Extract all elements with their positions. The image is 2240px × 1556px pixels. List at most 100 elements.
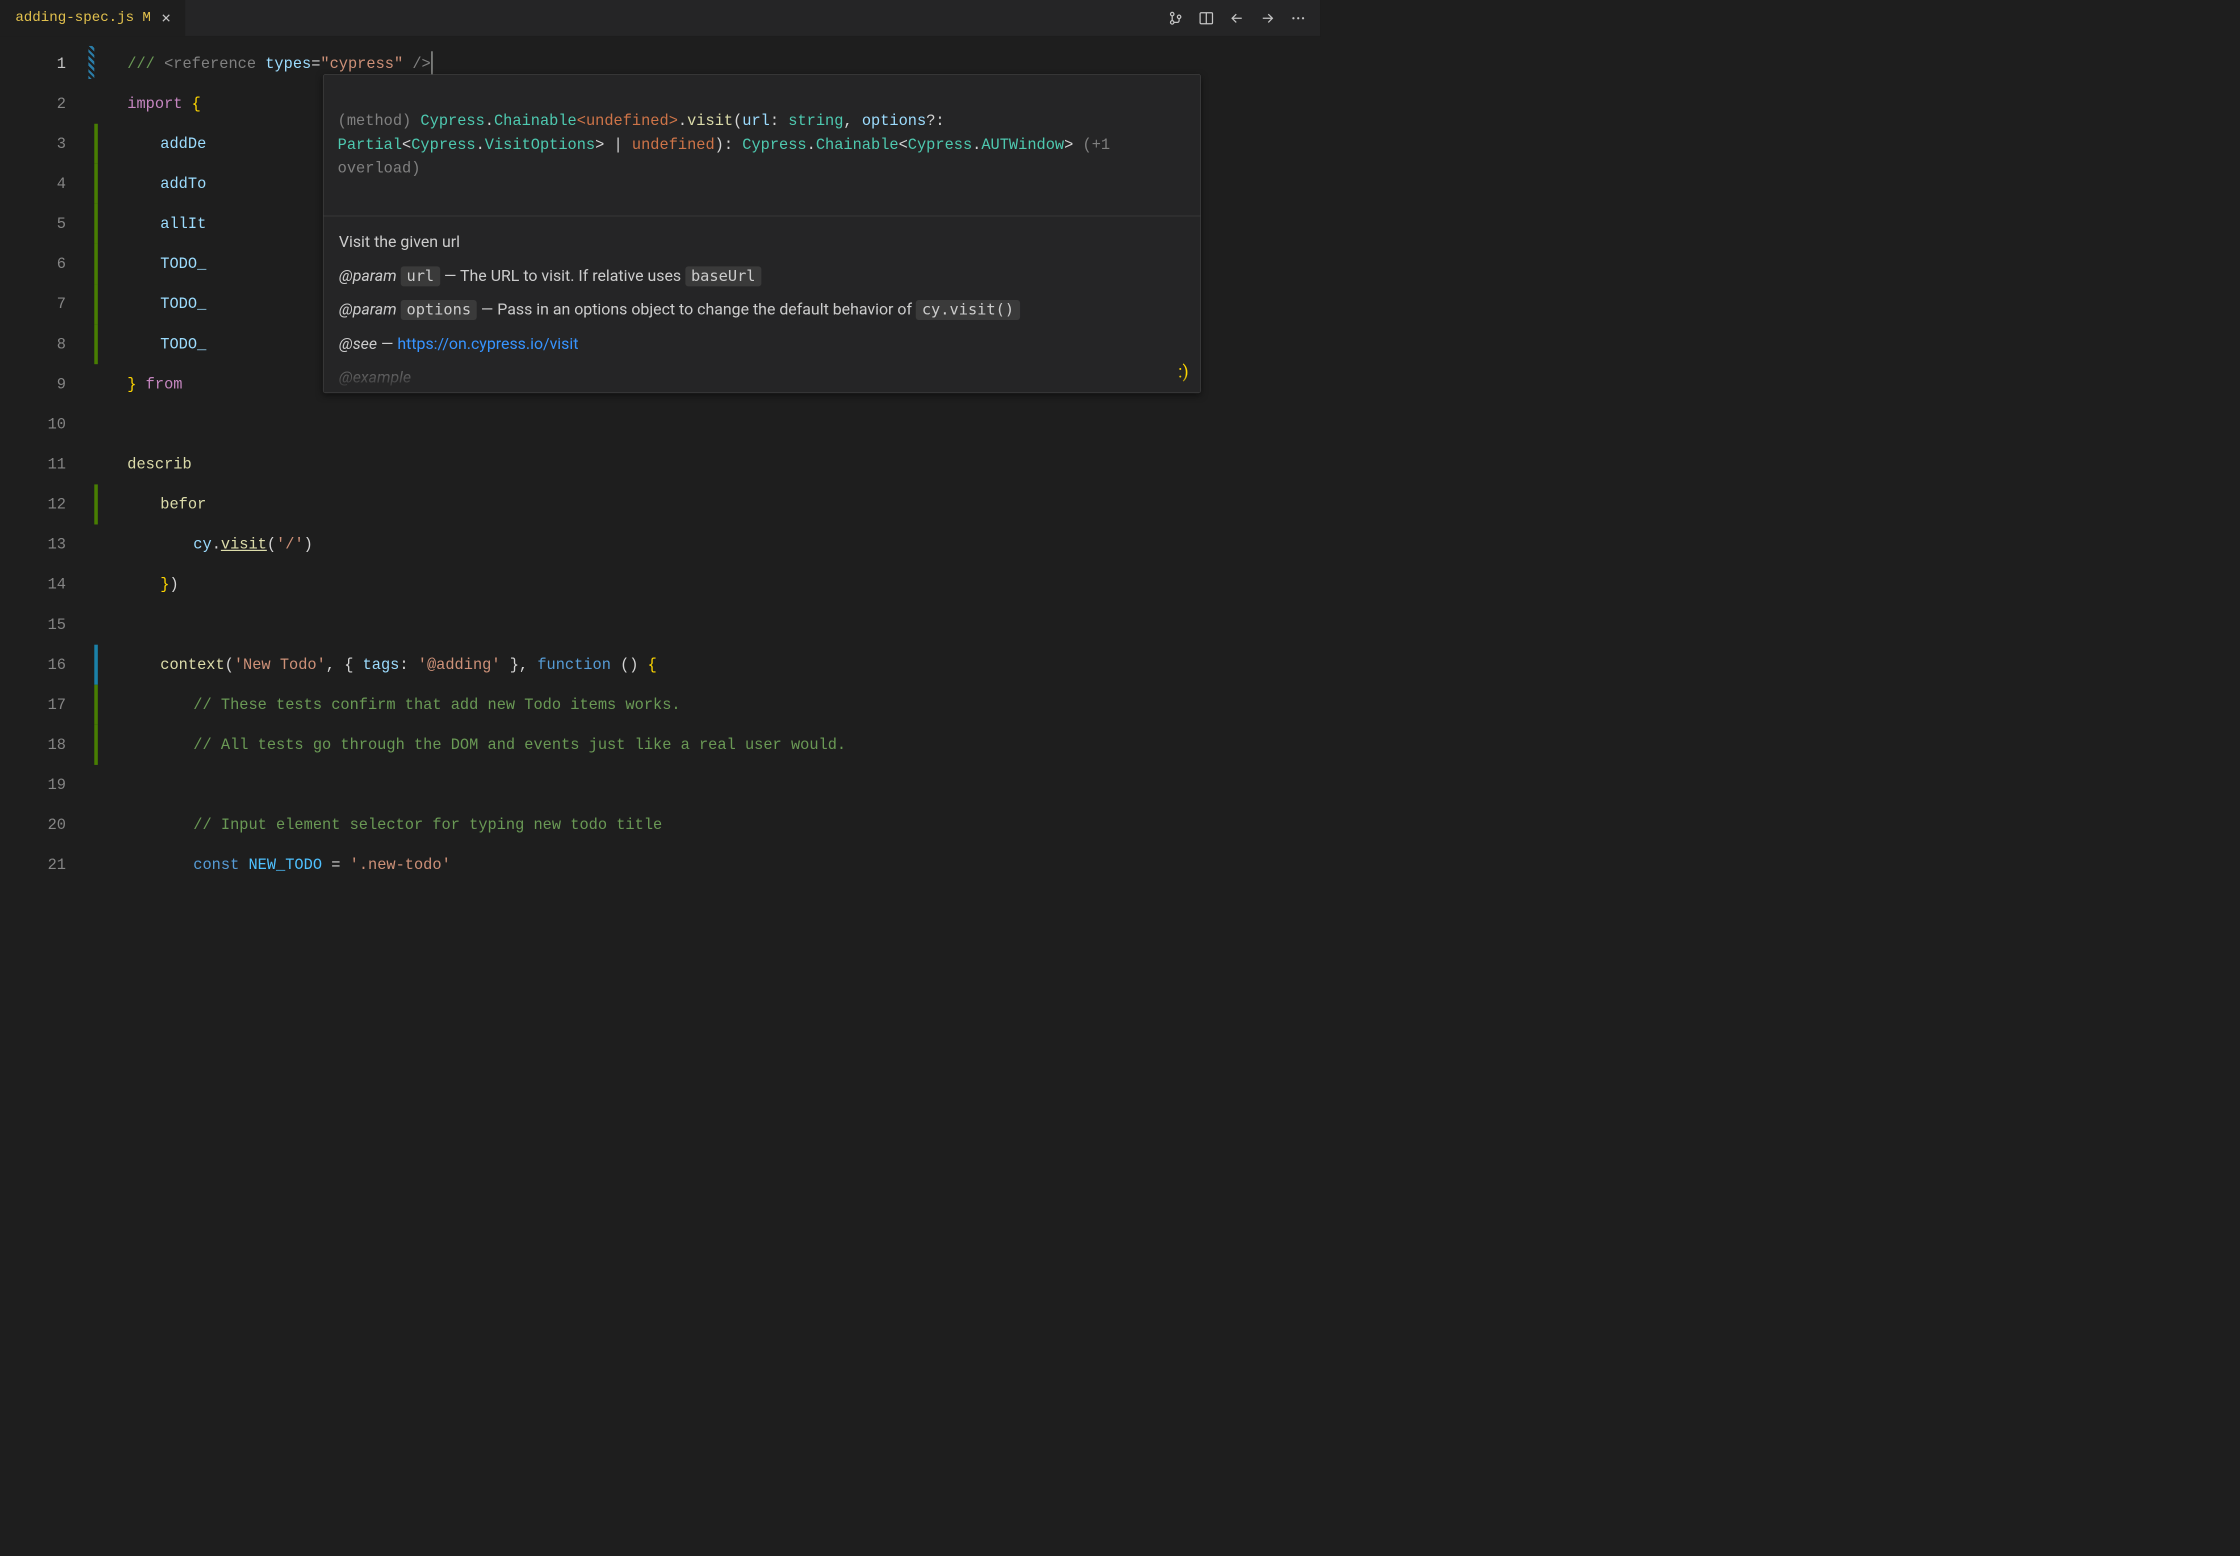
doc-tag: @see [339,334,377,353]
nav-back-icon[interactable] [1228,9,1246,27]
token-function: context [160,656,224,674]
change-indicator [94,244,98,284]
sig-punc: . [678,112,687,130]
line-number[interactable]: 7 [0,284,66,324]
nav-forward-icon[interactable] [1259,9,1277,27]
line-number[interactable]: 20 [0,805,66,845]
tab-bar: adding-spec.js M ✕ [0,0,1320,37]
sig-punc: . [972,136,981,154]
token-comment: /// [127,55,164,73]
sig-punc: : [770,112,788,130]
doc-param-options: @param options — Pass in an options obje… [339,296,1185,324]
line-number[interactable]: 17 [0,685,66,725]
change-indicator [94,204,98,244]
sig-punc: > [595,136,604,154]
token-eq: = [311,55,320,73]
code-line[interactable]: cy.visit('/') [94,524,1320,564]
line-number[interactable]: 18 [0,725,66,765]
compare-changes-icon[interactable] [1167,9,1185,27]
sig-punc: ) [715,136,724,154]
token-keyword: function [537,656,611,674]
sig-type: Cypress [411,136,475,154]
sig-punc: < [402,136,411,154]
line-number[interactable]: 9 [0,364,66,404]
token-space [353,656,362,674]
code-line[interactable]: // Input element selector for typing new… [94,805,1320,845]
token-function: befor [160,496,206,514]
token-ref: reference [173,55,256,73]
token-keyword: const [193,856,239,874]
token-space [182,95,191,113]
token-function[interactable]: visit [221,536,267,554]
sig-type: Cypress [420,112,484,130]
doc-link[interactable]: https://on.cypress.io/visit [397,334,578,353]
sig-punc: : [724,136,742,154]
more-actions-icon[interactable] [1289,9,1307,27]
change-indicator [94,164,98,204]
line-number[interactable]: 13 [0,524,66,564]
code-line[interactable]: context('New Todo', { tags: '@adding' },… [94,645,1320,685]
sig-type: Cypress [742,136,806,154]
hover-tooltip[interactable]: (method) Cypress.Chainable<undefined>.vi… [323,74,1201,393]
token-brace: { [648,656,657,674]
line-number[interactable]: 2 [0,84,66,124]
sig-punc: > [1064,136,1073,154]
line-number[interactable]: 4 [0,164,66,204]
token-punc: /> [412,55,430,73]
line-number[interactable]: 8 [0,324,66,364]
line-number[interactable]: 14 [0,565,66,605]
line-number[interactable]: 16 [0,645,66,685]
code-line[interactable]: describ [94,444,1320,484]
doc-tag: @param [339,300,397,319]
sig-param: url [742,112,770,130]
token-prop: tags [363,656,400,674]
code-line[interactable]: // These tests confirm that add new Todo… [94,685,1320,725]
change-indicator [94,645,98,685]
doc-code: url [401,266,440,286]
line-number[interactable]: 15 [0,605,66,645]
split-editor-icon[interactable] [1197,9,1215,27]
sig-type: AUTWindow [981,136,1064,154]
editor-actions [1167,0,1320,36]
line-number[interactable]: 21 [0,845,66,885]
token-identifier: addTo [160,175,206,193]
change-indicator [94,484,98,524]
code-content[interactable]: /// <reference types="cypress" /> import… [94,37,1320,917]
sig-prefix: (method) [338,112,421,130]
line-number[interactable]: 10 [0,404,66,444]
sig-punc: , [843,112,861,130]
line-number[interactable]: 19 [0,765,66,805]
code-line[interactable] [94,605,1320,645]
code-line[interactable]: }) [94,565,1320,605]
tab-filename: adding-spec.js [15,10,134,26]
line-number[interactable]: 6 [0,244,66,284]
line-number[interactable]: 3 [0,124,66,164]
code-line[interactable]: const NEW_TODO = '.new-todo' [94,845,1320,885]
change-indicator [94,284,98,324]
line-number[interactable]: 1 [0,44,66,84]
hover-documentation: Visit the given url @param url — The URL… [324,217,1201,393]
code-line[interactable] [94,765,1320,805]
sig-punc: | [604,136,632,154]
code-line[interactable]: befor [94,484,1320,524]
change-indicator [94,685,98,725]
change-indicator [94,725,98,765]
line-number[interactable]: 11 [0,444,66,484]
line-number[interactable]: 5 [0,204,66,244]
line-number[interactable]: 12 [0,484,66,524]
token-paren: ( [225,656,234,674]
code-line[interactable] [94,404,1320,444]
token-space [638,656,647,674]
sig-type: VisitOptions [485,136,595,154]
token-brace: } [160,576,169,594]
editor-area[interactable]: 1 2 3 4 5 6 7 8 9 10 11 12 13 14 15 16 1… [0,37,1320,917]
token-brace: } [510,656,519,674]
close-icon[interactable]: ✕ [159,9,173,27]
sig-type: Cypress [908,136,972,154]
code-line[interactable]: // All tests go through the DOM and even… [94,725,1320,765]
sig-punc: < [577,112,586,130]
sig-punc: . [807,136,816,154]
token-identifier: TODO_ [160,255,206,273]
tab-adding-spec[interactable]: adding-spec.js M ✕ [0,0,185,36]
token-keyword: from [146,375,183,393]
